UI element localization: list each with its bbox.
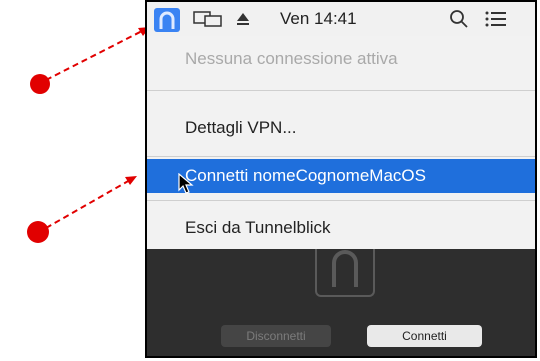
connection-status-item: Nessuna connessione attiva	[185, 49, 398, 68]
search-icon[interactable]	[449, 2, 469, 36]
screenshot-frame: Ven 14:41 Nessuna connessione attiva Det…	[145, 0, 537, 358]
menu-bar: Ven 14:41	[147, 2, 535, 37]
menu-separator	[147, 200, 535, 201]
quit-tunnelblick-item[interactable]: Esci da Tunnelblick	[147, 211, 535, 245]
vpn-details-item[interactable]: Dettagli VPN...	[147, 111, 535, 145]
disconnect-button[interactable]: Disconnetti	[221, 325, 331, 347]
tunnelblick-window: Disconnetti Connetti	[147, 249, 535, 356]
tunnelblick-dropdown-menu: Nessuna connessione attiva Dettagli VPN.…	[147, 36, 535, 250]
menu-separator	[147, 90, 535, 91]
list-icon[interactable]	[485, 2, 507, 36]
menu-bar-clock[interactable]: Ven 14:41	[280, 2, 357, 36]
connect-config-item[interactable]: Connetti nomeCognomeMacOS	[147, 159, 535, 193]
annotation-arrow-top	[30, 27, 150, 94]
display-mirror-icon[interactable]	[193, 2, 223, 36]
menu-separator	[147, 156, 535, 157]
tunnelblick-icon[interactable]	[154, 8, 180, 32]
eject-icon[interactable]	[235, 2, 251, 36]
connect-button[interactable]: Connetti	[367, 325, 482, 347]
mouse-cursor-icon	[178, 173, 194, 194]
tunnelblick-large-icon	[315, 249, 375, 297]
annotation-arrow-bottom	[27, 176, 137, 243]
